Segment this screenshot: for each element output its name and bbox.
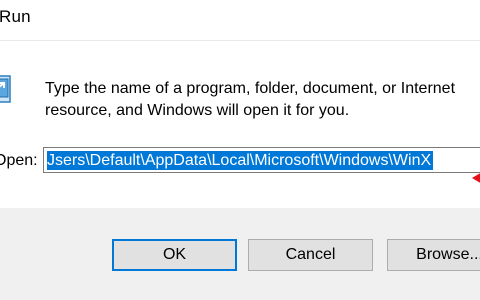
red-arrow-annotation: [472, 173, 480, 183]
open-input-selected-text[interactable]: Jsers\Default\AppData\Local\Microsoft\Wi…: [47, 151, 434, 170]
title-bar[interactable]: Run: [0, 0, 480, 41]
dialog-description: Type the name of a program, folder, docu…: [45, 78, 480, 122]
ok-button[interactable]: OK: [112, 239, 237, 271]
run-app-icon: [0, 75, 11, 103]
window-title: Run: [0, 7, 31, 26]
open-input[interactable]: Jsers\Default\AppData\Local\Microsoft\Wi…: [43, 147, 480, 173]
description-line-2: resource, and Windows will open it for y…: [45, 102, 350, 119]
run-dialog: Run Type the name of a program, folder, …: [0, 0, 480, 300]
browse-button[interactable]: Browse...: [387, 239, 480, 271]
cancel-button[interactable]: Cancel: [248, 239, 373, 271]
description-line-1: Type the name of a program, folder, docu…: [45, 80, 456, 97]
open-label: Open:: [0, 152, 38, 169]
